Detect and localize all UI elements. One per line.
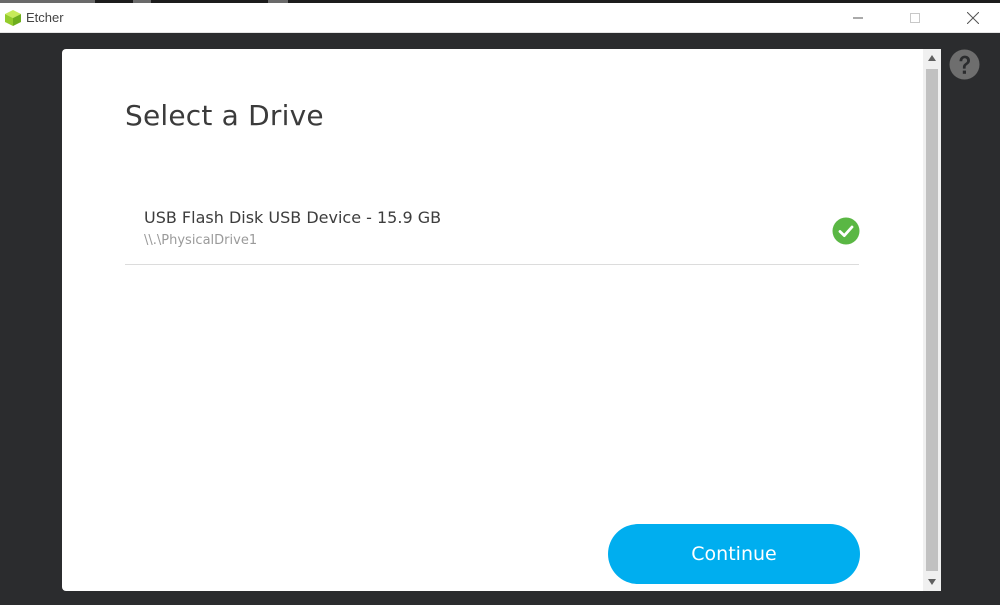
minimize-button[interactable] bbox=[835, 3, 881, 33]
vertical-scrollbar[interactable] bbox=[923, 49, 941, 591]
check-circle-icon bbox=[832, 217, 860, 245]
modal-title: Select a Drive bbox=[125, 99, 324, 132]
title-bar: Etcher bbox=[0, 3, 1000, 33]
scroll-thumb[interactable] bbox=[926, 69, 938, 571]
drive-list-item[interactable]: USB Flash Disk USB Device - 15.9 GB \\.\… bbox=[125, 197, 860, 265]
help-button[interactable] bbox=[949, 49, 980, 80]
window-title: Etcher bbox=[26, 10, 64, 25]
select-drive-modal: Select a Drive USB Flash Disk USB Device… bbox=[62, 49, 941, 591]
continue-button[interactable]: Continue bbox=[608, 524, 860, 584]
etcher-logo-icon bbox=[4, 9, 22, 27]
drive-name: USB Flash Disk USB Device - 15.9 GB bbox=[144, 208, 442, 227]
scroll-down-button[interactable] bbox=[923, 573, 941, 591]
caret-up-icon bbox=[928, 55, 936, 61]
scroll-up-button[interactable] bbox=[923, 49, 941, 67]
close-button[interactable] bbox=[950, 3, 996, 33]
caret-down-icon bbox=[928, 579, 936, 585]
close-icon bbox=[967, 12, 979, 24]
minimize-icon bbox=[853, 17, 863, 19]
question-circle-icon bbox=[949, 49, 980, 80]
drive-path: \\.\PhysicalDrive1 bbox=[144, 233, 258, 248]
maximize-button[interactable] bbox=[892, 3, 938, 33]
maximize-icon bbox=[910, 13, 920, 23]
